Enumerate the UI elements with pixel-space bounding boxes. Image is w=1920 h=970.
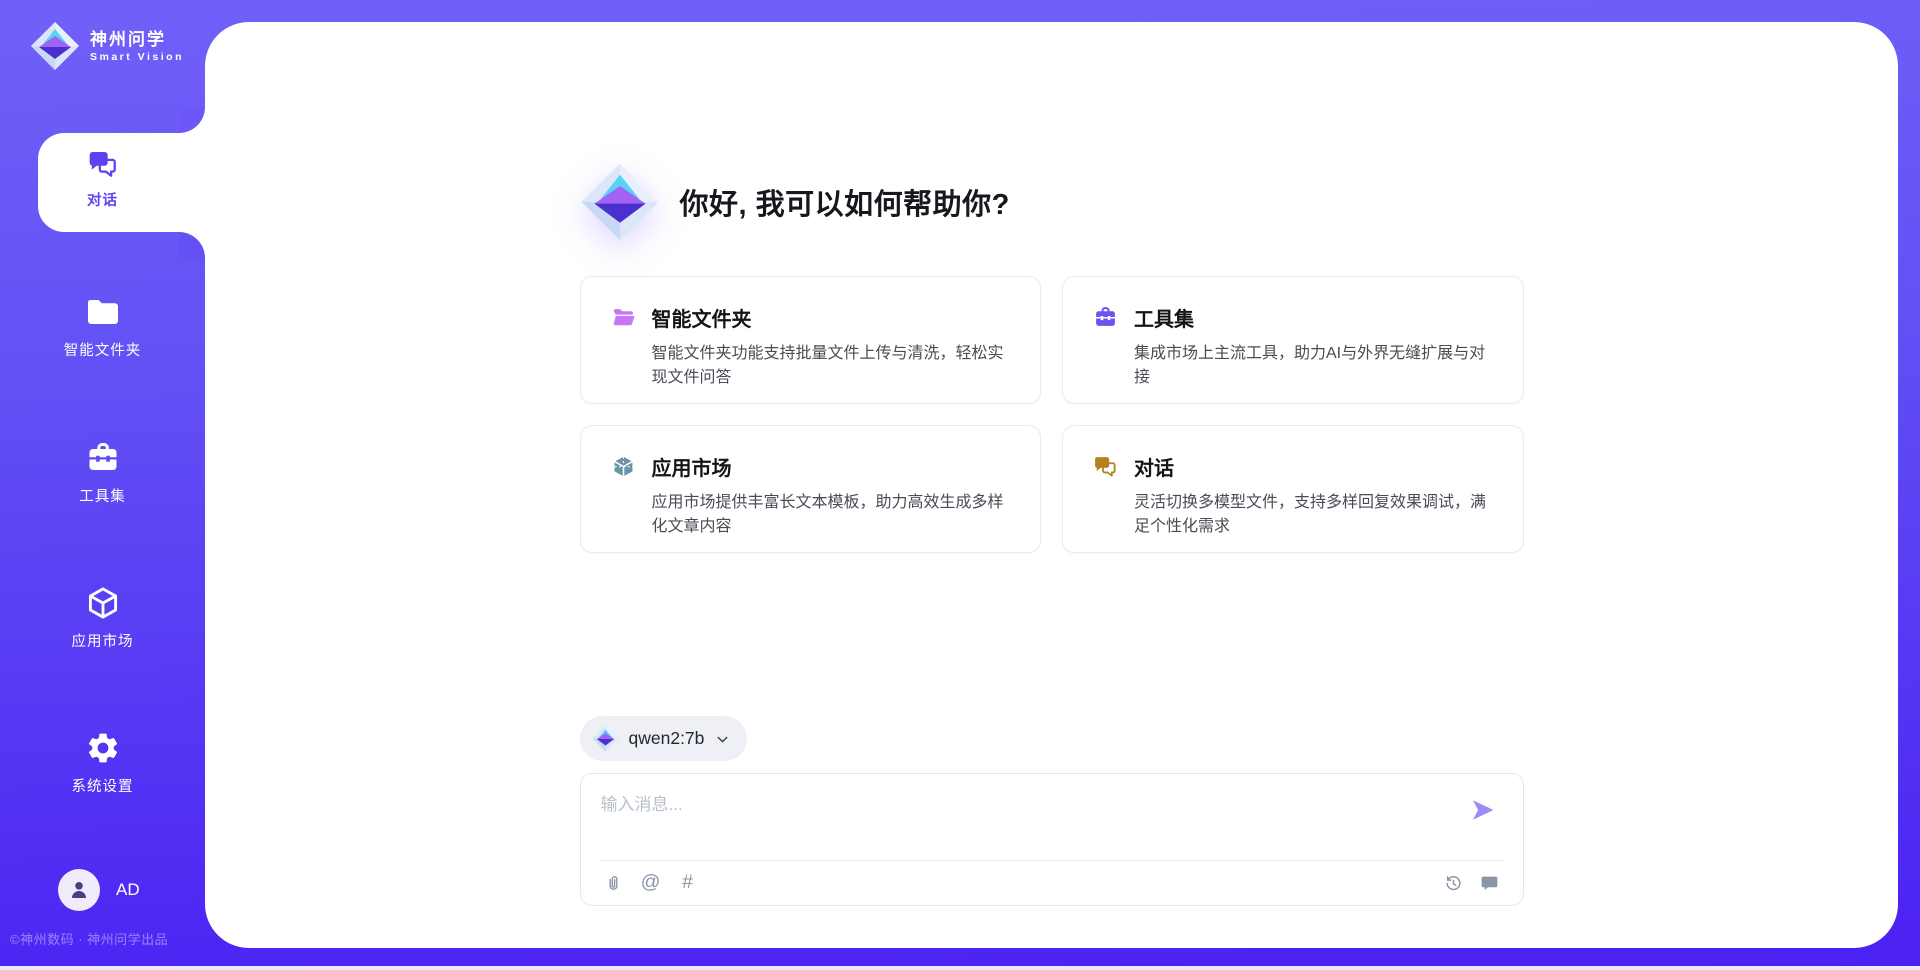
card-title: 工具集 bbox=[1134, 303, 1194, 332]
user-initials: AD bbox=[116, 880, 140, 900]
bottom-edge-strip bbox=[0, 966, 1920, 970]
diamond-logo-icon bbox=[592, 725, 619, 752]
history-icon bbox=[1443, 873, 1464, 894]
card-title: 对话 bbox=[1134, 452, 1174, 481]
card-title: 应用市场 bbox=[652, 452, 732, 481]
message-icon bbox=[1479, 873, 1500, 894]
message-composer: @ # bbox=[580, 773, 1524, 906]
card-description: 集成市场上主流工具，助力AI与外界无缝扩展与对接 bbox=[1134, 342, 1495, 391]
send-button[interactable] bbox=[1469, 796, 1497, 824]
send-icon bbox=[1469, 796, 1497, 824]
sidebar-item-app-market[interactable]: 应用市场 bbox=[0, 585, 205, 651]
sidebar-item-settings[interactable]: 系统设置 bbox=[0, 730, 205, 796]
attach-file-button[interactable] bbox=[603, 872, 625, 894]
greeting-logo-diamond-icon bbox=[580, 162, 660, 242]
sidebar-item-chat[interactable]: 对话 bbox=[0, 148, 205, 210]
sidebar-item-label: 工具集 bbox=[79, 485, 126, 506]
tab-fillet-top bbox=[179, 107, 205, 133]
greeting-text: 你好, 我可以如何帮助你? bbox=[680, 181, 1010, 223]
cube-icon bbox=[611, 454, 636, 479]
card-app-market[interactable]: 应用市场 应用市场提供丰富长文本模板，助力高效生成多样化文章内容 bbox=[580, 425, 1042, 553]
cube-icon bbox=[85, 585, 121, 621]
app-name: 神州问学 bbox=[90, 29, 184, 50]
gear-icon bbox=[85, 730, 121, 766]
folder-icon bbox=[85, 294, 121, 330]
app-subtitle: Smart Vision bbox=[90, 51, 184, 63]
sidebar-item-label: 对话 bbox=[87, 189, 118, 210]
sidebar-item-label: 应用市场 bbox=[72, 630, 134, 651]
sidebar: 神州问学 Smart Vision 对话 智能文件夹 工具集 应用市场 系统设置… bbox=[0, 0, 205, 970]
topic-button[interactable]: # bbox=[677, 872, 699, 894]
card-smart-folder[interactable]: 智能文件夹 智能文件夹功能支持批量文件上传与清洗，轻松实现文件问答 bbox=[580, 276, 1042, 404]
feature-cards: 智能文件夹 智能文件夹功能支持批量文件上传与清洗，轻松实现文件问答 工具集 集成… bbox=[580, 276, 1524, 553]
at-icon: @ bbox=[641, 873, 661, 893]
history-button[interactable] bbox=[1443, 872, 1465, 894]
app-logo-diamond-icon bbox=[30, 21, 80, 71]
copyright-text: ©神州数码 · 神州问学出品 bbox=[10, 929, 168, 948]
toolbox-icon bbox=[85, 440, 121, 476]
avatar bbox=[58, 869, 100, 911]
model-name: qwen2:7b bbox=[629, 728, 705, 749]
conversations-button[interactable] bbox=[1479, 872, 1501, 894]
paperclip-icon bbox=[603, 873, 624, 894]
card-chat[interactable]: 对话 灵活切换多模型文件，支持多样回复效果调试，满足个性化需求 bbox=[1062, 425, 1524, 553]
person-icon bbox=[67, 878, 91, 902]
chat-icon bbox=[87, 148, 119, 180]
main-content: 你好, 我可以如何帮助你? 智能文件夹 智能文件夹功能支持批量文件上传与清洗，轻… bbox=[205, 22, 1898, 948]
user-account[interactable]: AD bbox=[58, 869, 140, 911]
card-description: 灵活切换多模型文件，支持多样回复效果调试，满足个性化需求 bbox=[1134, 491, 1495, 540]
sidebar-item-label: 系统设置 bbox=[72, 775, 134, 796]
sidebar-item-label: 智能文件夹 bbox=[64, 339, 142, 360]
tab-fillet-bottom bbox=[179, 232, 205, 258]
card-title: 智能文件夹 bbox=[652, 303, 752, 332]
mention-button[interactable]: @ bbox=[640, 872, 662, 894]
app-brand: 神州问学 Smart Vision bbox=[30, 21, 184, 71]
toolbox-icon bbox=[1093, 305, 1118, 330]
composer-toolbar: @ # bbox=[603, 872, 1501, 894]
composer-divider bbox=[599, 860, 1505, 861]
chevron-down-icon bbox=[714, 731, 731, 748]
card-description: 智能文件夹功能支持批量文件上传与清洗，轻松实现文件问答 bbox=[652, 342, 1013, 391]
greeting-block: 你好, 我可以如何帮助你? bbox=[580, 162, 1524, 242]
message-input[interactable] bbox=[601, 790, 1443, 848]
chat-icon bbox=[1093, 454, 1118, 479]
sidebar-item-toolset[interactable]: 工具集 bbox=[0, 440, 205, 506]
card-toolset[interactable]: 工具集 集成市场上主流工具，助力AI与外界无缝扩展与对接 bbox=[1062, 276, 1524, 404]
sidebar-item-smart-folder[interactable]: 智能文件夹 bbox=[0, 294, 205, 360]
model-selector[interactable]: qwen2:7b bbox=[580, 716, 748, 761]
folder-open-icon bbox=[611, 305, 636, 330]
hash-icon: # bbox=[682, 873, 693, 893]
card-description: 应用市场提供丰富长文本模板，助力高效生成多样化文章内容 bbox=[652, 491, 1013, 540]
